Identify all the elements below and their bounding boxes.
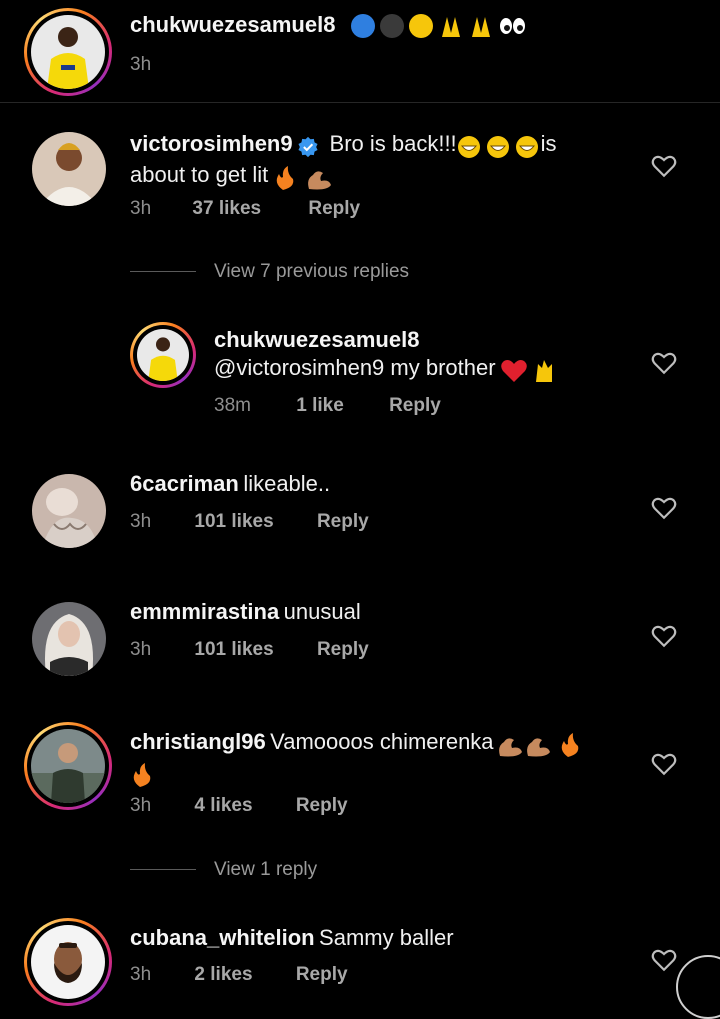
avatar-photo [32,602,106,676]
comment-time: 3h [130,198,152,219]
avatar-photo [32,474,106,548]
comment-username[interactable]: cubana_whitelion [130,925,315,950]
comment-likes[interactable]: 37 likes [192,198,261,219]
fire-emoji-icon [133,762,151,787]
view-replies-button[interactable]: View 1 reply [214,859,317,881]
comment-username[interactable]: christiangl96 [130,729,266,754]
commenter-avatar[interactable] [24,918,112,1006]
avatar-photo [32,132,106,206]
comment-username[interactable]: 6cacriman [130,471,239,496]
caption-divider [0,102,720,103]
comment-likes[interactable]: 2 likes [194,964,252,985]
heart-outline-icon[interactable] [651,351,677,375]
comment-text-tail: is [540,131,557,156]
caption-time: 3h [130,54,152,75]
reply-button[interactable]: Reply [389,395,441,416]
reply-avatar[interactable] [130,322,196,388]
reply-button[interactable]: Reply [317,511,369,532]
comment-username[interactable]: victorosimhen9 [130,131,293,156]
comment-text: @victorosimhen9 my brother [214,355,496,380]
fire-muscle-emoji-icon [276,165,331,190]
comment-text-line2: about to get lit [130,162,269,187]
heart-outline-icon[interactable] [651,496,677,520]
caption-username[interactable]: chukwuezesamuel8 [130,12,335,38]
reply-button[interactable]: Reply [296,795,348,816]
commenter-avatar[interactable] [32,132,106,206]
comment-likes[interactable]: 1 like [296,395,344,416]
comment-text: Bro is back!!! [329,131,457,156]
reply-button[interactable]: Reply [317,639,369,660]
caption-avatar[interactable] [24,8,112,96]
comment-text: Vamoooos chimerenka [270,729,494,754]
comment-time: 3h [130,639,152,660]
comment-time: 3h [130,795,152,816]
player-photo [137,329,189,381]
reply-button[interactable]: Reply [308,198,360,219]
heart-outline-icon[interactable] [651,624,677,648]
heart-outline-icon[interactable] [651,948,677,972]
thread-line [130,869,196,870]
commenter-avatar[interactable] [32,474,106,548]
heart-hands-emoji-icon [501,359,552,382]
comment-time: 3h [130,964,152,985]
commenter-avatar[interactable] [24,722,112,810]
comment-likes[interactable]: 101 likes [194,511,273,532]
avatar-photo [31,729,105,803]
avatar-photo [31,925,105,999]
comment-time: 3h [130,511,152,532]
reply-button[interactable]: Reply [296,964,348,985]
comment-username[interactable]: emmmirastina [130,599,279,624]
comment-text: unusual [283,599,361,624]
floating-action-button[interactable] [676,955,720,1019]
player-photo [31,15,105,89]
verified-badge-icon [298,136,318,157]
comment-username[interactable]: chukwuezesamuel8 [214,327,419,353]
thread-line [130,271,196,272]
muscle-fire-emoji-icon [499,732,579,757]
commenter-avatar[interactable] [32,602,106,676]
heart-outline-icon[interactable] [651,154,677,178]
caption-emojis [350,13,530,39]
comment-text: Sammy baller [319,925,454,950]
view-previous-replies-button[interactable]: View 7 previous replies [214,261,409,283]
comment-time: 38m [214,395,251,416]
heart-outline-icon[interactable] [651,752,677,776]
comment-text: likeable.. [243,471,331,496]
comment-likes[interactable]: 101 likes [194,639,273,660]
grinning-face-emoji-icon [457,135,538,158]
comment-likes[interactable]: 4 likes [194,795,252,816]
